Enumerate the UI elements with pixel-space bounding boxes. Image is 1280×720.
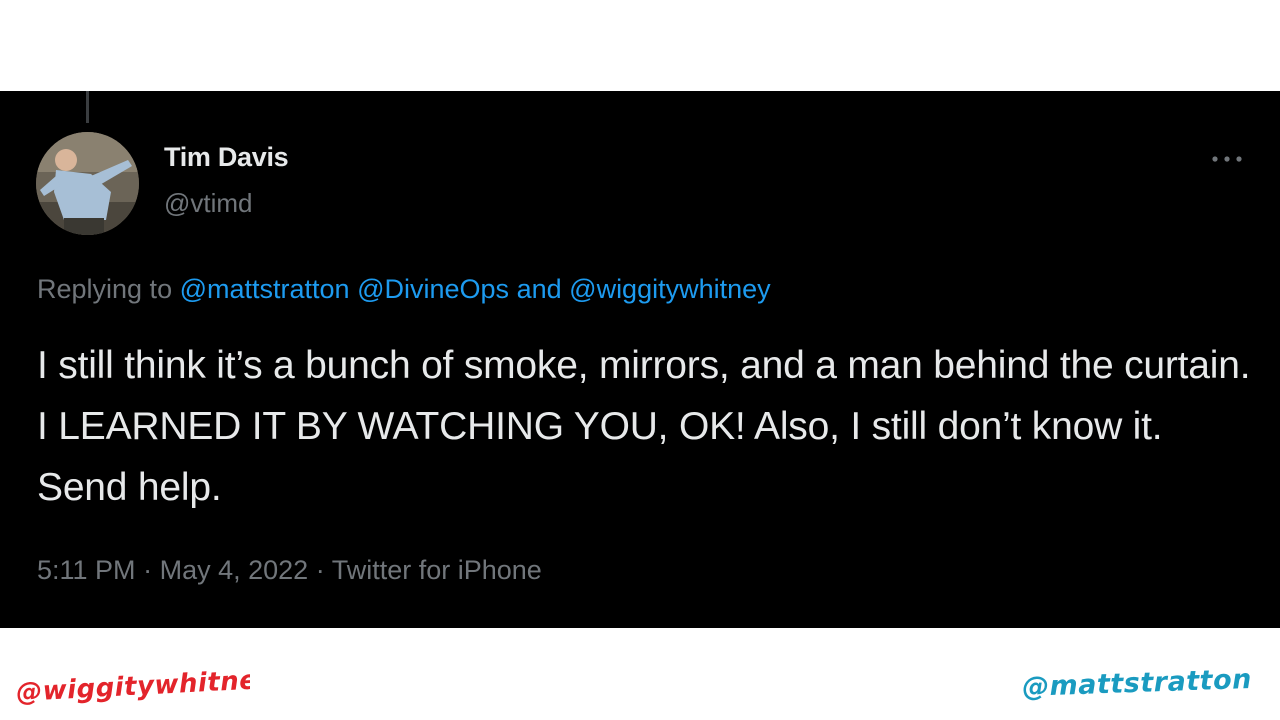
slide: Tim Davis @vtimd Replying to @mattstratt… (0, 0, 1280, 720)
mention-wiggitywhitney[interactable]: @wiggitywhitney (569, 274, 771, 304)
tweet-card: Tim Davis @vtimd Replying to @mattstratt… (0, 91, 1280, 628)
presenter-handle-right: @mattstratton (1018, 650, 1254, 712)
replying-and: and (516, 274, 562, 304)
tweet-author-handle[interactable]: @vtimd (164, 188, 253, 219)
replying-to-label: Replying to (37, 274, 173, 304)
tweet-time[interactable]: 5:11 PM (37, 555, 136, 585)
mention-divineops[interactable]: @DivineOps (357, 274, 509, 304)
tweet-metadata: 5:11 PM · May 4, 2022 · Twitter for iPho… (37, 555, 542, 586)
meta-separator: · (315, 555, 325, 585)
presenter-handle-left: @wiggitywhitney (14, 655, 276, 717)
mention-mattstratton[interactable]: @mattstratton (180, 274, 350, 304)
meta-separator: · (143, 555, 153, 585)
presenter-handle-left-text: @wiggitywhitney (15, 665, 250, 709)
tweet-author-name[interactable]: Tim Davis (164, 142, 289, 173)
thread-connector-line (86, 91, 89, 123)
more-options-button[interactable] (1206, 144, 1250, 174)
user-avatar-photo[interactable] (36, 132, 139, 235)
more-horizontal-icon (1212, 156, 1242, 162)
replying-to-line: Replying to @mattstratton @DivineOps and… (37, 274, 771, 305)
tweet-source-link[interactable]: Twitter for iPhone (332, 555, 542, 585)
tweet-date[interactable]: May 4, 2022 (160, 555, 309, 585)
presenter-handle-right-text: @mattstratton (1022, 664, 1253, 703)
tweet-body-text: I still think it’s a bunch of smoke, mir… (37, 344, 1251, 509)
